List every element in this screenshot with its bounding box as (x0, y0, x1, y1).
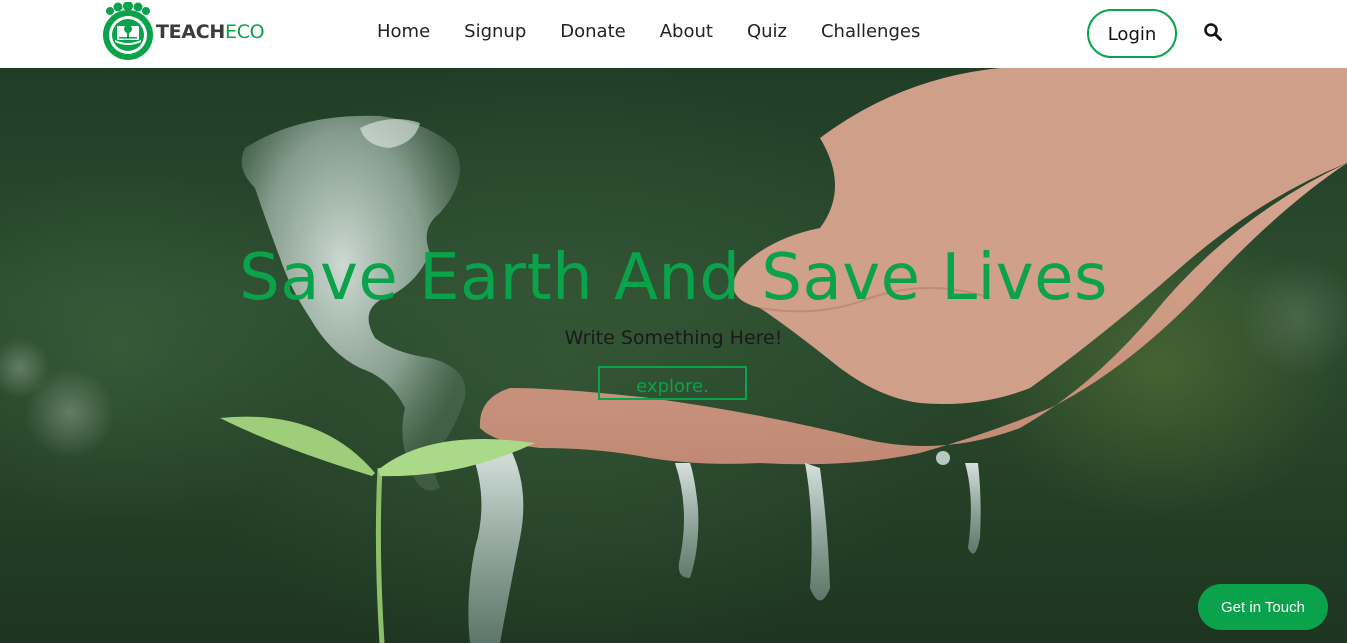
nav-donate-link[interactable]: Donate (560, 21, 625, 42)
brand-name-eco: ECO (225, 21, 265, 43)
hero-subtitle: Write Something Here! (564, 327, 783, 349)
hero-background-image (0, 68, 1347, 643)
brand-name: TEACHECO (156, 21, 265, 43)
main-nav: Home Signup Donate About Quiz Challenges (377, 21, 920, 42)
brand-name-teach: TEACH (156, 21, 225, 43)
login-button[interactable]: Login (1087, 9, 1177, 58)
nav-about-link[interactable]: About (660, 21, 713, 42)
navbar: TEACHECO Home Signup Donate About Quiz C… (0, 0, 1347, 68)
brand-logo[interactable]: TEACHECO (101, 2, 265, 60)
search-icon[interactable] (1203, 22, 1223, 42)
tree-book-logo-icon (103, 2, 153, 60)
nav-challenges-link[interactable]: Challenges (821, 21, 920, 42)
hero-section: Save Earth And Save Lives Write Somethin… (0, 68, 1347, 643)
get-in-touch-button[interactable]: Get in Touch (1198, 584, 1328, 630)
nav-signup-link[interactable]: Signup (464, 21, 526, 42)
explore-button[interactable]: explore. (598, 366, 747, 400)
nav-quiz-link[interactable]: Quiz (747, 21, 787, 42)
nav-home-link[interactable]: Home (377, 21, 430, 42)
hero-title: Save Earth And Save Lives (239, 241, 1108, 315)
